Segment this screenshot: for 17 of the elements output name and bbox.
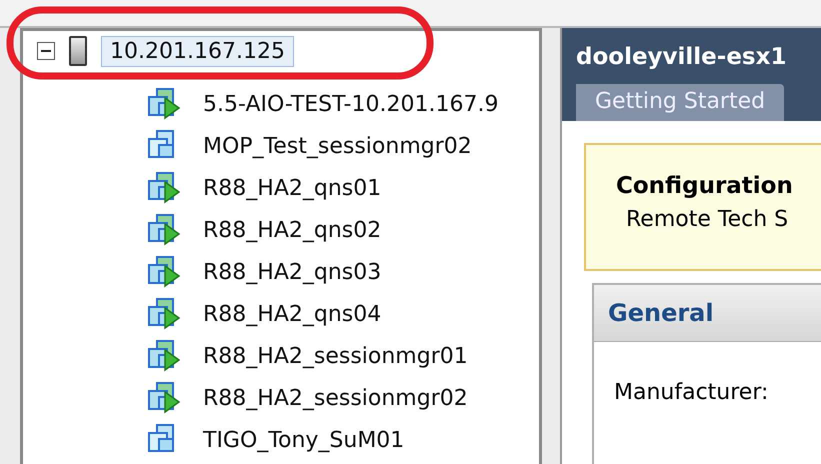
notice-text: Remote Tech S — [625, 207, 790, 232]
tree-item[interactable]: R88_HA2_qns01 — [203, 176, 382, 200]
tree-item[interactable]: TIGO_Tony_SuM01 — [203, 428, 404, 452]
server-icon — [69, 36, 87, 66]
tree-item[interactable]: 5.5-AIO-TEST-10.201.167.9 — [203, 92, 498, 116]
field-label: Manufacturer: — [613, 379, 770, 405]
tree-item[interactable]: 10.201.167.125 — [101, 36, 294, 66]
tree-item[interactable]: R88_HA2_qns03 — [203, 260, 382, 284]
tree-item[interactable]: R88_HA2_qns04 — [203, 302, 382, 326]
tree-item[interactable]: R88_HA2_qns02 — [203, 218, 382, 242]
panel-heading: General — [608, 299, 714, 327]
tree-item[interactable]: R88_HA2_sessionmgr01 — [203, 344, 468, 368]
tree-item[interactable]: R88_HA2_sessionmgr02 — [203, 386, 468, 410]
notice-heading: Configuration — [616, 173, 794, 199]
collapse-toggle[interactable] — [37, 42, 55, 60]
host-title: dooleyville-esx1 — [576, 44, 788, 70]
tree-item[interactable]: MOP_Test_sessionmgr02 — [203, 134, 472, 158]
